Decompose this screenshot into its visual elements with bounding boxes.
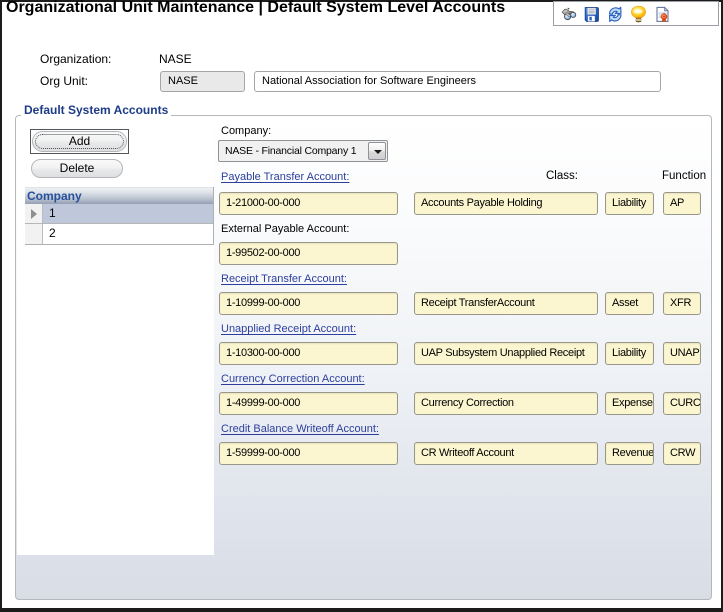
company-cell[interactable]: 2	[43, 224, 213, 244]
report-button[interactable]	[654, 6, 671, 23]
binoculars-icon	[561, 6, 578, 23]
save-button[interactable]	[583, 6, 600, 23]
app-window: Organizational Unit Maintenance | Defaul…	[0, 0, 723, 612]
page-title: Organizational Unit Maintenance | Defaul…	[6, 0, 505, 17]
add-button[interactable]: Add	[32, 131, 127, 152]
unapplied-receipt-account-label[interactable]: Unapplied Receipt Account:	[221, 323, 356, 335]
refresh-icon	[607, 6, 624, 23]
payable-transfer-account-field[interactable]: 1-21000-00-000	[219, 192, 398, 215]
unapplied-receipt-class-field[interactable]: Liability	[605, 342, 654, 365]
credit-balance-writeoff-class-field[interactable]: Revenue	[605, 442, 654, 465]
receipt-transfer-description-field[interactable]: Receipt TransferAccount	[414, 292, 598, 315]
groupbox-legend: Default System Accounts	[21, 103, 171, 117]
org-unit-label: Org Unit:	[40, 74, 88, 88]
company-dropdown[interactable]: NASE - Financial Company 1	[218, 140, 388, 162]
certificate-document-icon	[654, 6, 671, 23]
company-grid-row-2[interactable]: 2	[25, 224, 213, 244]
payable-transfer-description-field[interactable]: Accounts Payable Holding	[414, 192, 598, 215]
receipt-transfer-function-field[interactable]: XFR	[663, 292, 701, 315]
unapplied-receipt-account-field[interactable]: 1-10300-00-000	[219, 342, 398, 365]
org-unit-code-field[interactable]: NASE	[160, 71, 245, 92]
external-payable-account-label: External Payable Account:	[221, 223, 349, 235]
credit-balance-writeoff-function-field[interactable]: CRW	[663, 442, 701, 465]
company-dropdown-value: NASE - Financial Company 1	[225, 145, 356, 157]
organization-label: Organization:	[40, 52, 111, 66]
currency-correction-account-field[interactable]: 1-49999-00-000	[219, 392, 398, 415]
row-selector-cell[interactable]	[25, 224, 43, 244]
credit-balance-writeoff-account-field[interactable]: 1-59999-00-000	[219, 442, 398, 465]
delete-button[interactable]: Delete	[31, 159, 123, 178]
unapplied-receipt-description-field[interactable]: UAP Subsystem Unapplied Receipt	[414, 342, 598, 365]
lightbulb-icon	[629, 5, 648, 24]
active-row-arrow-icon	[31, 209, 37, 219]
credit-balance-writeoff-account-label[interactable]: Credit Balance Writeoff Account:	[221, 423, 379, 435]
credit-balance-writeoff-description-field[interactable]: CR Writeoff Account	[414, 442, 598, 465]
company-list-panel: Add Delete Company 1 2	[17, 117, 214, 555]
org-unit-name-field[interactable]: National Association for Software Engine…	[254, 71, 661, 92]
help-button[interactable]	[629, 5, 646, 22]
company-grid-row-1[interactable]: 1	[25, 204, 213, 224]
function-column-header: Function	[662, 170, 706, 182]
window-border-bottom	[0, 608, 723, 612]
toolbar	[553, 1, 719, 26]
payable-transfer-class-field[interactable]: Liability	[605, 192, 654, 215]
receipt-transfer-account-label[interactable]: Receipt Transfer Account:	[221, 273, 347, 285]
company-grid: Company 1 2	[25, 187, 214, 245]
currency-correction-description-field[interactable]: Currency Correction	[414, 392, 598, 415]
refresh-button[interactable]	[607, 6, 624, 23]
receipt-transfer-class-field[interactable]: Asset	[605, 292, 654, 315]
external-payable-account-field[interactable]: 1-99502-00-000	[219, 242, 398, 265]
organization-value: NASE	[159, 52, 192, 66]
currency-correction-class-field[interactable]: Expense	[605, 392, 654, 415]
unapplied-receipt-function-field[interactable]: UNAP	[663, 342, 701, 365]
payable-transfer-function-field[interactable]: AP	[663, 192, 701, 215]
row-selector-cell[interactable]	[25, 204, 43, 223]
company-grid-header[interactable]: Company	[25, 187, 213, 204]
save-icon	[583, 6, 600, 23]
add-button-focus-rect: Add	[30, 129, 129, 154]
company-dropdown-label: Company:	[221, 125, 271, 137]
window-border-left	[0, 0, 2, 608]
company-cell[interactable]: 1	[43, 204, 213, 223]
receipt-transfer-account-field[interactable]: 1-10999-00-000	[219, 292, 398, 315]
company-dropdown-button[interactable]	[368, 142, 386, 160]
payable-transfer-account-label[interactable]: Payable Transfer Account:	[221, 171, 349, 183]
chevron-down-icon	[374, 150, 382, 154]
currency-correction-account-label[interactable]: Currency Correction Account:	[221, 373, 365, 385]
class-column-header: Class:	[546, 170, 578, 182]
find-button[interactable]	[561, 6, 578, 23]
currency-correction-function-field[interactable]: CURC	[663, 392, 701, 415]
